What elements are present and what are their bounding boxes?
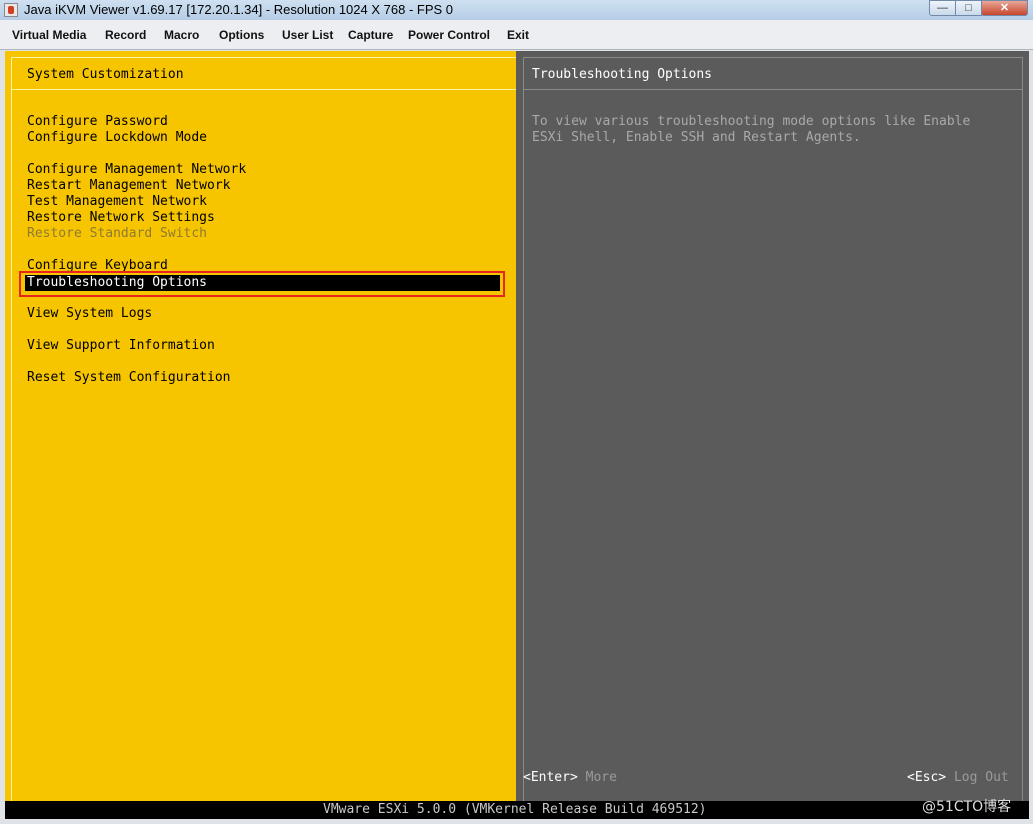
menu-virtual-media[interactable]: Virtual Media [12, 28, 86, 42]
watermark: @51CTO博客 [922, 799, 1012, 815]
menu-record[interactable]: Record [105, 28, 146, 42]
menu-restore-standard-switch: Restore Standard Switch [27, 226, 208, 241]
menu-reset-system-configuration[interactable]: Reset System Configuration [27, 370, 231, 386]
enter-key: <Enter> [523, 770, 578, 785]
menu-view-system-logs[interactable]: View System Logs [27, 306, 152, 322]
java-app-icon [4, 3, 18, 17]
version-status: VMware ESXi 5.0.0 (VMKernel Release Buil… [323, 802, 707, 817]
minimize-button[interactable]: — [929, 0, 956, 16]
menu-test-management-network[interactable]: Test Management Network [27, 194, 207, 210]
footer-enter-hint: <Enter> More [523, 770, 617, 785]
detail-title: Troubleshooting Options [532, 67, 713, 82]
annotation-highlight-box [19, 271, 505, 297]
window-title: Java iKVM Viewer v1.69.17 [172.20.1.34] … [24, 2, 454, 17]
menu-macro[interactable]: Macro [164, 28, 199, 42]
title-bar: Java iKVM Viewer v1.69.17 [172.20.1.34] … [0, 0, 1033, 20]
panel-title: System Customization [27, 67, 184, 82]
menu-configure-management-network[interactable]: Configure Management Network [27, 162, 246, 178]
option-description: To view various troubleshooting mode opt… [532, 114, 971, 145]
menu-configure-lockdown-mode[interactable]: Configure Lockdown Mode [27, 130, 207, 146]
esc-key: <Esc> [907, 770, 947, 785]
menu-restore-network-settings[interactable]: Restore Network Settings [27, 210, 215, 226]
enter-action: More [585, 770, 617, 785]
menu-bar: Virtual Media Record Macro Options User … [0, 20, 1033, 50]
remote-console[interactable]: System Customization Troubleshooting Opt… [5, 51, 1029, 819]
footer-esc-hint: <Esc> Log Out [907, 770, 1009, 785]
menu-restart-management-network[interactable]: Restart Management Network [27, 178, 231, 194]
menu-options[interactable]: Options [219, 28, 264, 42]
menu-capture[interactable]: Capture [348, 28, 393, 42]
status-bar: VMware ESXi 5.0.0 (VMKernel Release Buil… [5, 801, 1029, 819]
maximize-button[interactable]: □ [955, 0, 982, 16]
menu-view-support-information[interactable]: View Support Information [27, 338, 215, 354]
esc-action: Log Out [953, 770, 1009, 785]
menu-power-control[interactable]: Power Control [408, 28, 490, 42]
menu-exit[interactable]: Exit [507, 28, 529, 42]
menu-user-list[interactable]: User List [282, 28, 333, 42]
close-button[interactable]: ✕ [981, 0, 1028, 16]
menu-configure-password[interactable]: Configure Password [27, 114, 168, 130]
